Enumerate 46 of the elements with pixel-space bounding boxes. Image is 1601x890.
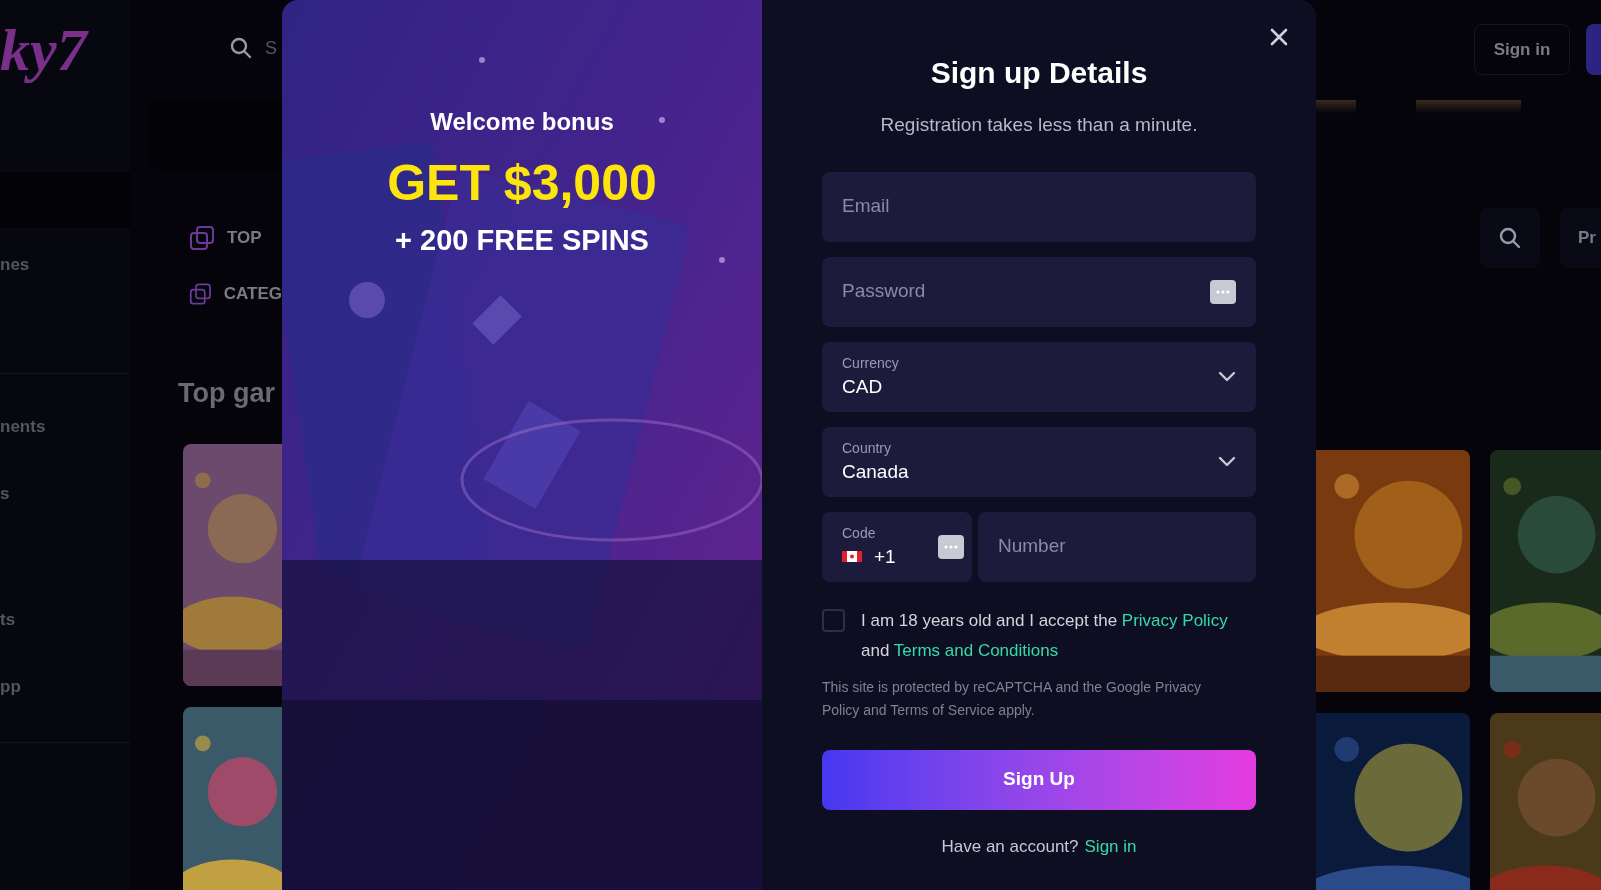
account-prompt: Have an account? — [941, 835, 1079, 858]
close-button[interactable] — [1268, 26, 1290, 48]
checkbox[interactable] — [822, 608, 845, 632]
recaptcha-notice: This site is protected by reCAPTCHA and the Google Privacy Policy and Terms of Service apply. — [822, 677, 1202, 720]
privacy-policy-link[interactable]: Privacy Policy — [1121, 610, 1228, 630]
phone-number-field[interactable]: Number — [978, 511, 1256, 582]
flag-icon — [842, 551, 862, 562]
search-icon — [1498, 226, 1522, 250]
field-label: Code — [842, 524, 877, 541]
sidebar-item[interactable]: s — [0, 481, 130, 507]
close-icon — [1270, 28, 1288, 46]
cards-icon — [189, 281, 212, 307]
sidebar-item[interactable]: nes — [0, 252, 130, 278]
chevron-down-icon — [1218, 455, 1236, 468]
search-field[interactable]: S — [229, 34, 282, 62]
sign-up-button[interactable]: Sign Up — [822, 749, 1256, 810]
field-value: +1 — [874, 544, 896, 569]
select-field[interactable]: Currency CAD — [822, 341, 1256, 412]
banner — [1316, 100, 1356, 114]
select-field[interactable]: Country Canada — [822, 426, 1256, 497]
field-label: Currency — [842, 354, 899, 371]
modal-title: Sign up Details — [930, 55, 1148, 91]
field-value: Canada — [842, 459, 909, 484]
search-button[interactable] — [1480, 208, 1540, 268]
cards-icon — [189, 225, 215, 251]
provider-button[interactable]: Pr — [1560, 208, 1601, 268]
terms-link[interactable]: Terms and Conditions — [893, 640, 1059, 660]
chevron-down-icon — [1218, 370, 1236, 383]
email-field[interactable]: Email — [822, 171, 1256, 242]
dots-icon[interactable] — [938, 534, 964, 559]
sign-in-button[interactable]: Sign in — [1474, 24, 1570, 75]
field-value: CAD — [842, 374, 884, 399]
field-label: Country — [842, 439, 893, 456]
sidebar-item[interactable]: ts — [0, 606, 130, 632]
sidebar-item[interactable]: pp — [0, 674, 130, 700]
phone-code-field[interactable]: Code +1 — [822, 511, 972, 582]
section-title: Top gar — [178, 377, 275, 410]
password-field[interactable]: Password — [822, 256, 1256, 327]
modal-subtitle: Registration takes less than a minute. — [880, 113, 1198, 137]
consent-text: I am 18 years old and I accept the Privacy Policy and Terms and Conditions — [861, 609, 1229, 662]
nav-item[interactable]: TOP — [189, 225, 282, 251]
sign-in-link[interactable]: Sign in — [1084, 833, 1137, 859]
nav-item[interactable]: CATEG — [189, 281, 282, 307]
sidebar-item[interactable]: nents — [0, 413, 130, 439]
search-icon — [229, 36, 253, 60]
dots-icon[interactable] — [1210, 279, 1236, 304]
